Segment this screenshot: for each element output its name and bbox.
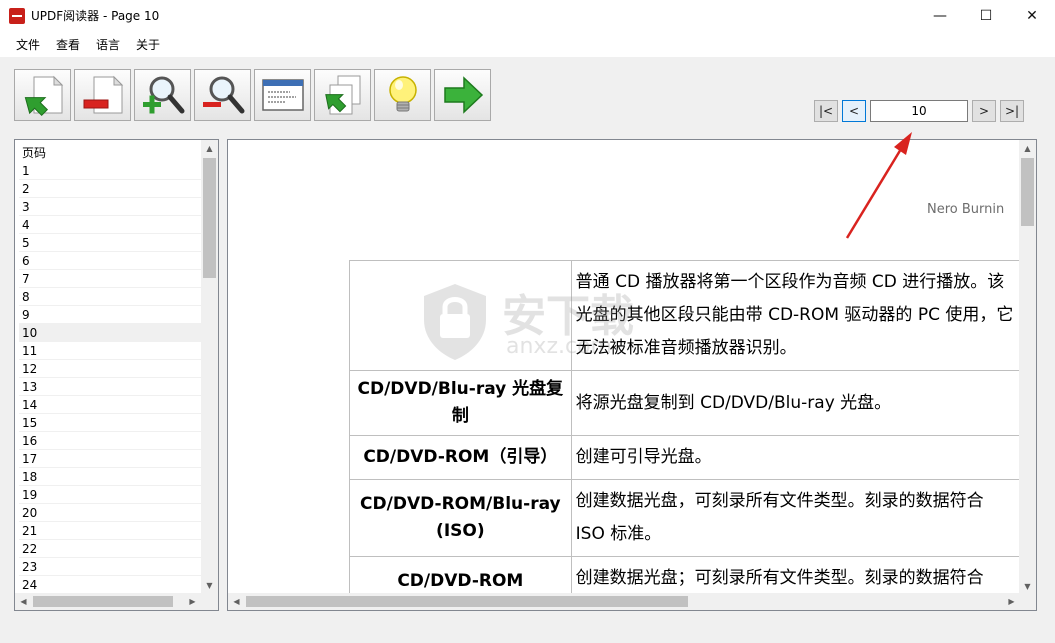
close-button[interactable]: ✕ <box>1009 0 1055 31</box>
scroll-thumb[interactable] <box>1021 158 1034 226</box>
table-row: CD/DVD-ROM/Blu-ray (ISO) 创建数据光盘，可刻录所有文件类型… <box>349 479 1020 557</box>
page-navigator: |< < > >| <box>814 100 1024 122</box>
page-list-item[interactable]: 7 <box>19 270 201 288</box>
feature-description-cell: 创建可引导光盘。 <box>570 435 1020 480</box>
page-list-item[interactable]: 9 <box>19 306 201 324</box>
zoom-in-button[interactable] <box>134 69 191 121</box>
page-list-item[interactable]: 3 <box>19 198 201 216</box>
prev-page-button[interactable]: < <box>842 100 866 122</box>
page-header-text: Nero Burnin <box>927 202 1005 217</box>
table-row: CD/DVD-ROM (UDF/ISO)创建数据光盘；可刻录所有文件类型。刻录的… <box>349 556 1020 595</box>
page-list-item[interactable]: 11 <box>19 342 201 360</box>
page-list-horizontal-scrollbar[interactable]: ◀ ▶ <box>15 593 201 610</box>
page-list-item[interactable]: 16 <box>19 432 201 450</box>
scroll-down-arrow-icon[interactable]: ▼ <box>201 577 218 594</box>
scroll-right-arrow-icon[interactable]: ▶ <box>184 593 201 610</box>
page-list-item[interactable]: 19 <box>19 486 201 504</box>
feature-description-cell: 创建数据光盘，可刻录所有文件类型。刻录的数据符合 ISO 标准。 <box>570 479 1020 557</box>
next-page-button[interactable]: > <box>972 100 996 122</box>
feature-name-cell: CD/DVD-ROM（引导） <box>349 435 572 480</box>
window-view-button[interactable] <box>254 69 311 121</box>
copy-document-arrow-icon <box>324 75 360 115</box>
tips-button[interactable] <box>374 69 431 121</box>
table-row: CD/DVD-ROM（引导） 创建可引导光盘。 <box>349 435 1020 480</box>
table-row: CD/DVD/Blu-ray 光盘复制 将源光盘复制到 CD/DVD/Blu-ra… <box>349 370 1020 436</box>
page-list-item[interactable]: 21 <box>19 522 201 540</box>
scroll-thumb[interactable] <box>246 596 688 607</box>
scrollbar-corner <box>201 593 218 610</box>
shield-lock-icon <box>424 284 486 360</box>
minimize-button[interactable]: — <box>917 0 963 31</box>
toolbar <box>14 69 491 121</box>
page-list-vertical-scrollbar[interactable]: ▲ ▼ <box>201 140 218 594</box>
menu-about[interactable]: 关于 <box>128 36 168 53</box>
title-bar: UPDF阅读器 - Page 10 — ☐ ✕ <box>0 0 1055 31</box>
zoom-in-magnifier-icon <box>142 76 184 114</box>
page-list-item[interactable]: 18 <box>19 468 201 486</box>
page-list-item[interactable]: 15 <box>19 414 201 432</box>
page-list-header: 页码 <box>22 146 47 160</box>
page-list-item[interactable]: 20 <box>19 504 201 522</box>
scroll-up-arrow-icon[interactable]: ▲ <box>201 140 218 157</box>
page-list: 页码 1 2 3 4 5 6 7 8 9 10 11 12 13 14 15 16 17 18 19 20 21 22 23… <box>19 144 201 594</box>
last-page-button[interactable]: >| <box>1000 100 1024 122</box>
watermark-subtext: anxz.com <box>506 334 612 359</box>
page-list-item[interactable]: 2 <box>19 180 201 198</box>
scrollbar-corner <box>1019 593 1036 610</box>
document-horizontal-scrollbar[interactable]: ◀ ▶ <box>228 593 1020 610</box>
toolbar-area: |< < > >| <box>0 57 1055 137</box>
copy-export-button[interactable] <box>314 69 371 121</box>
open-file-button[interactable] <box>14 69 71 121</box>
window-title: UPDF阅读器 - Page 10 <box>31 9 160 23</box>
page-list-item[interactable]: 8 <box>19 288 201 306</box>
watermark: 安下载 anxz.com <box>418 280 678 370</box>
feature-name-cell: CD/DVD-ROM/Blu-ray (ISO) <box>349 479 572 557</box>
document-page: Nero Burnin 普通 CD 播放器将第一个区段作为音频 CD 进行播放。… <box>228 140 1020 595</box>
feature-name-cell: CD/DVD-ROM (UDF/ISO) <box>349 556 572 595</box>
app-logo-icon <box>9 7 25 24</box>
page-list-item[interactable]: 14 <box>19 396 201 414</box>
close-file-button[interactable] <box>74 69 131 121</box>
maximize-button[interactable]: ☐ <box>963 0 1009 31</box>
page-list-item[interactable]: 4 <box>19 216 201 234</box>
close-document-red-bar-icon <box>83 75 123 114</box>
scroll-up-arrow-icon[interactable]: ▲ <box>1019 140 1036 157</box>
document-vertical-scrollbar[interactable]: ▲ ▼ <box>1019 140 1036 595</box>
menu-bar: 文件 查看 语言 关于 <box>0 31 1055 57</box>
page-list-item[interactable]: 13 <box>19 378 201 396</box>
feature-description-cell: 创建数据光盘；可刻录所有文件类型。刻录的数据符合 UDF 标准。 <box>570 556 1020 595</box>
first-page-button[interactable]: |< <box>814 100 838 122</box>
zoom-out-button[interactable] <box>194 69 251 121</box>
page-list-item[interactable]: 22 <box>19 540 201 558</box>
scroll-left-arrow-icon[interactable]: ◀ <box>228 593 245 610</box>
go-button[interactable] <box>434 69 491 121</box>
scroll-thumb[interactable] <box>33 596 173 607</box>
page-list-item[interactable]: 17 <box>19 450 201 468</box>
menu-view[interactable]: 查看 <box>48 36 88 53</box>
document-view[interactable]: Nero Burnin 普通 CD 播放器将第一个区段作为音频 CD 进行播放。… <box>227 139 1037 611</box>
open-document-green-arrow-icon <box>24 75 63 117</box>
scroll-left-arrow-icon[interactable]: ◀ <box>15 593 32 610</box>
page-number-input[interactable] <box>870 100 968 122</box>
scroll-right-arrow-icon[interactable]: ▶ <box>1003 593 1020 610</box>
page-list-item[interactable]: 24 <box>19 576 201 594</box>
menu-file[interactable]: 文件 <box>8 36 48 53</box>
zoom-out-magnifier-icon <box>202 76 244 114</box>
green-right-arrow-icon <box>443 76 483 114</box>
page-list-item[interactable]: 10 <box>19 324 201 342</box>
page-list-panel: 页码 1 2 3 4 5 6 7 8 9 10 11 12 13 14 15 16 17 18 19 20 21 22 23… <box>14 139 219 611</box>
page-list-item[interactable]: 5 <box>19 234 201 252</box>
page-list-item[interactable]: 23 <box>19 558 201 576</box>
window-icon <box>261 79 304 111</box>
lightbulb-icon <box>388 76 417 112</box>
page-list-item[interactable]: 12 <box>19 360 201 378</box>
scroll-thumb[interactable] <box>203 158 216 278</box>
page-list-item[interactable]: 1 <box>19 162 201 180</box>
page-list-item[interactable]: 6 <box>19 252 201 270</box>
feature-name-cell: CD/DVD/Blu-ray 光盘复制 <box>349 370 572 436</box>
menu-language[interactable]: 语言 <box>88 36 128 53</box>
feature-description-cell: 将源光盘复制到 CD/DVD/Blu-ray 光盘。 <box>570 370 1020 436</box>
